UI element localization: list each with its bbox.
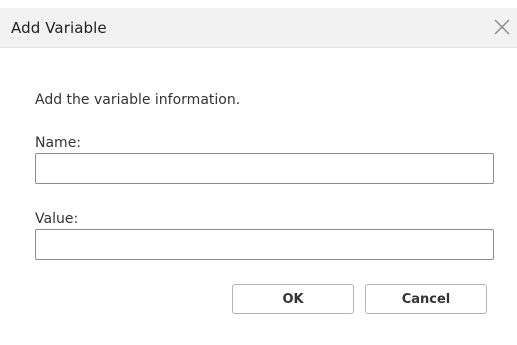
dialog-instruction: Add the variable information. <box>35 92 241 108</box>
close-button[interactable] <box>489 14 515 40</box>
close-icon <box>494 19 510 35</box>
name-label: Name: <box>35 135 82 151</box>
ok-button[interactable]: OK <box>232 284 354 314</box>
name-input[interactable] <box>35 153 494 184</box>
value-input[interactable] <box>35 229 494 260</box>
value-label: Value: <box>35 211 79 227</box>
cancel-button[interactable]: Cancel <box>365 284 487 314</box>
dialog-title: Add Variable <box>11 19 107 37</box>
add-variable-dialog: Add Variable Add the variable informatio… <box>0 0 517 345</box>
dialog-titlebar: Add Variable <box>0 8 517 48</box>
